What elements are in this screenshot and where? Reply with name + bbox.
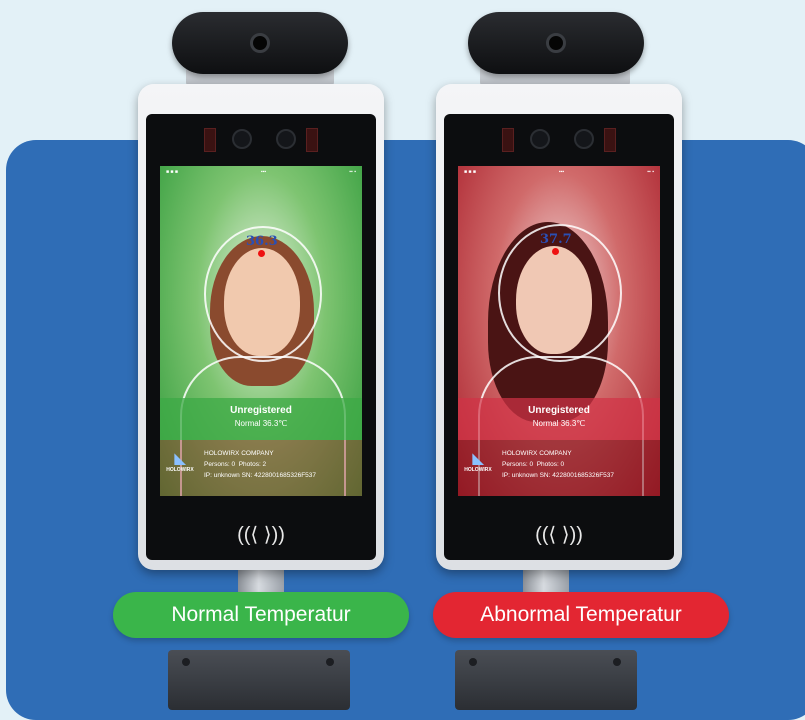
company-logo: ◣ HOLOWIRX xyxy=(464,450,492,473)
ir-sensor-icon xyxy=(502,128,514,152)
temperature-status: Normal 36.3℃ xyxy=(234,419,288,428)
status-bar: ■ ■ ■ ▪▪▪ ▪▪ ▪ xyxy=(166,169,356,175)
right-screen: ■ ■ ■ ▪▪▪ ▪▪ ▪ 37.7 Unregistered Normal 36… xyxy=(458,166,660,496)
sensor-icon xyxy=(574,129,594,149)
nfc-reader-icon: ((⟨ ⟩)) xyxy=(535,524,583,546)
info-panel: ◣ HOLOWIRX HOLOWIRX COMPANY Persons: 0 Ph… xyxy=(160,440,362,496)
camera-lens-icon xyxy=(546,33,566,53)
info-panel: ◣ HOLOWIRX HOLOWIRX COMPANY Persons: 0 Ph… xyxy=(458,440,660,496)
nfc-reader-icon: ((⟨ ⟩)) xyxy=(237,524,285,546)
camera-lens-icon xyxy=(250,33,270,53)
ir-sensor-icon xyxy=(604,128,616,152)
measure-point-icon xyxy=(552,248,559,255)
screw xyxy=(182,658,190,666)
left-screen: ■ ■ ■ ▪▪▪ ▪▪ ▪ 36.3 Unregistered Normal 36… xyxy=(160,166,362,496)
persons-count: Persons: 0 xyxy=(204,461,236,468)
measure-point-icon xyxy=(258,250,265,257)
right-terminal: ■ ■ ■ ▪▪▪ ▪▪ ▪ 37.7 Unregistered Normal 36… xyxy=(436,84,682,570)
screw xyxy=(613,658,621,666)
ir-sensor-icon xyxy=(306,128,318,152)
left-terminal-bezel: ■ ■ ■ ▪▪▪ ▪▪ ▪ 36.3 Unregistered Normal 36… xyxy=(146,114,376,560)
temperature-reading: 36.3 xyxy=(246,234,278,249)
left-terminal: ■ ■ ■ ▪▪▪ ▪▪ ▪ 36.3 Unregistered Normal 36… xyxy=(138,84,384,570)
screw xyxy=(326,658,334,666)
sensor-icon xyxy=(232,129,252,149)
photos-count: Photos: 0 xyxy=(536,461,565,468)
photos-count: Photos: 2 xyxy=(238,461,267,468)
megaphone-icon: ◣ xyxy=(472,450,484,466)
company-name: HOLOWIRX COMPANY xyxy=(502,450,572,457)
abnormal-temperature-label: Abnormal Temperatur xyxy=(433,592,729,638)
left-stand-base xyxy=(168,650,350,710)
right-stand-base xyxy=(455,650,637,710)
megaphone-icon: ◣ xyxy=(174,450,186,466)
recognition-status: Unregistered xyxy=(230,405,292,416)
ip-serial: IP: unknown SN: 4228001685326F537 xyxy=(204,472,317,479)
right-terminal-bezel: ■ ■ ■ ▪▪▪ ▪▪ ▪ 37.7 Unregistered Normal 36… xyxy=(444,114,674,560)
company-logo: ◣ HOLOWIRX xyxy=(166,450,194,473)
result-band: Unregistered Normal 36.3℃ xyxy=(458,398,660,440)
sensor-icon xyxy=(276,129,296,149)
sensor-icon xyxy=(530,129,550,149)
recognition-status: Unregistered xyxy=(528,405,590,416)
temperature-status: Normal 36.3℃ xyxy=(532,419,586,428)
screw xyxy=(469,658,477,666)
persons-count: Persons: 0 xyxy=(502,461,534,468)
status-bar: ■ ■ ■ ▪▪▪ ▪▪ ▪ xyxy=(464,169,654,175)
result-band: Unregistered Normal 36.3℃ xyxy=(160,398,362,440)
left-camera xyxy=(172,12,348,74)
ip-serial: IP: unknown SN: 4228001685326F537 xyxy=(502,472,615,479)
temperature-reading: 37.7 xyxy=(540,232,572,247)
right-camera xyxy=(468,12,644,74)
ir-sensor-icon xyxy=(204,128,216,152)
normal-temperature-label: Normal Temperatur xyxy=(113,592,409,638)
company-name: HOLOWIRX COMPANY xyxy=(204,450,274,457)
